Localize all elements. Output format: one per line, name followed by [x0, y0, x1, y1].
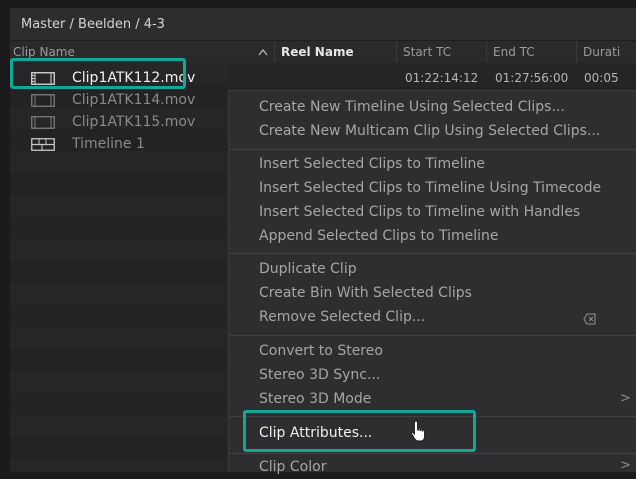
menu-item-clip-color[interactable]: Clip Color	[259, 455, 326, 479]
clip-end-tc: 01:27:56:00	[495, 71, 569, 85]
menu-item-insert-handles[interactable]: Insert Selected Clips to Timeline with H…	[259, 200, 580, 224]
breadcrumb[interactable]: Master / Beelden / 4-3	[10, 8, 636, 41]
menu-item-append-clips[interactable]: Append Selected Clips to Timeline	[259, 224, 499, 248]
menu-item-create-bin[interactable]: Create Bin With Selected Clips	[259, 281, 472, 305]
column-end-tc[interactable]: End TC	[486, 41, 576, 63]
film-clip-icon	[31, 116, 55, 129]
column-duration[interactable]: Durati	[576, 41, 636, 63]
submenu-arrow-icon: >	[620, 458, 631, 473]
mouse-pointer-icon	[410, 420, 426, 442]
menu-item-create-multicam[interactable]: Create New Multicam Clip Using Selected …	[259, 119, 600, 143]
menu-item-insert-clips[interactable]: Insert Selected Clips to Timeline	[259, 152, 485, 176]
delete-key-icon	[583, 313, 596, 325]
menu-divider	[229, 453, 636, 454]
submenu-arrow-icon: >	[620, 391, 631, 406]
menu-item-convert-stereo[interactable]: Convert to Stereo	[259, 339, 383, 363]
clip-start-tc: 01:22:14:12	[405, 71, 479, 85]
menu-item-stereo-sync[interactable]: Stereo 3D Sync...	[259, 363, 380, 387]
menu-item-duplicate-clip[interactable]: Duplicate Clip	[259, 257, 357, 281]
menu-item-stereo-mode[interactable]: Stereo 3D Mode	[259, 387, 371, 411]
film-clip-icon	[31, 94, 55, 107]
clip-duration: 00:05	[584, 71, 619, 85]
clip-name: Clip1ATK114.mov	[72, 92, 196, 108]
menu-divider	[229, 335, 636, 336]
timeline-name: Timeline 1	[72, 136, 145, 152]
menu-divider	[229, 149, 636, 150]
timeline-icon	[31, 138, 55, 151]
column-start-tc[interactable]: Start TC	[396, 41, 486, 63]
menu-divider	[229, 253, 636, 254]
menu-item-remove-clip[interactable]: Remove Selected Clip...	[259, 305, 425, 329]
menu-item-create-timeline[interactable]: Create New Timeline Using Selected Clips…	[259, 95, 565, 119]
menu-item-insert-timecode[interactable]: Insert Selected Clips to Timeline Using …	[259, 176, 601, 200]
clip-attributes-highlight	[243, 410, 476, 452]
sort-ascending-icon[interactable]	[256, 41, 270, 63]
selected-clip-highlight	[10, 58, 186, 89]
clip-name: Clip1ATK115.mov	[72, 114, 196, 130]
column-reel-name[interactable]: Reel Name	[274, 41, 396, 63]
